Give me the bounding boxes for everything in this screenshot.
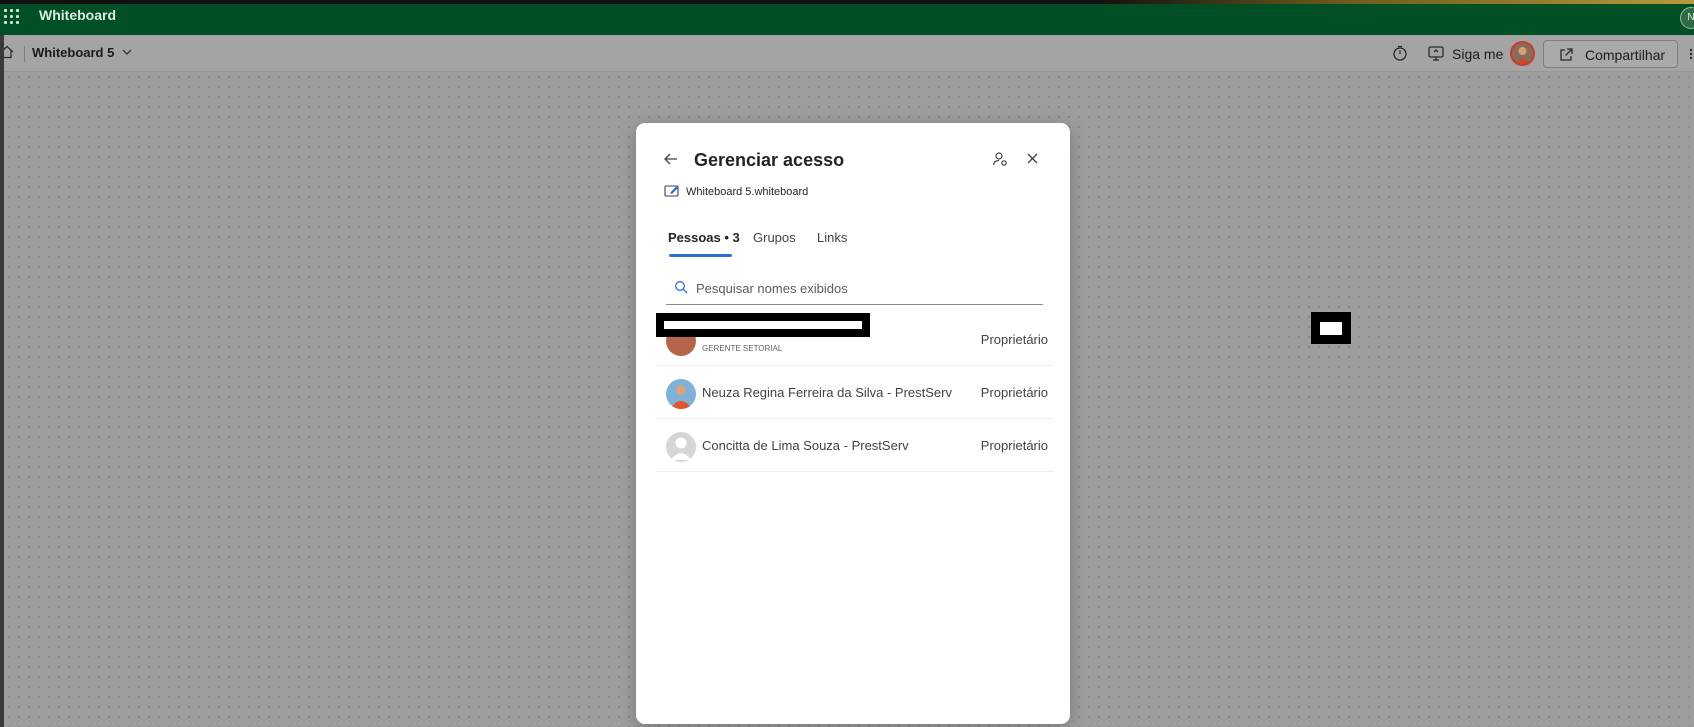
chevron-down-icon[interactable] <box>120 45 134 59</box>
person-name: Neuza Regina Ferreira da Silva - PrestSe… <box>702 385 952 400</box>
search-box[interactable] <box>666 271 1043 305</box>
list-item[interactable]: Neuza Regina Ferreira da Silva - PrestSe… <box>656 366 1054 419</box>
search-input[interactable] <box>696 277 1026 299</box>
person-avatar <box>666 379 696 409</box>
app-launcher-icon[interactable] <box>4 9 20 25</box>
tab-grupos[interactable]: Grupos <box>753 230 796 245</box>
avatar-photo-icon <box>666 379 696 409</box>
share-label: Compartilhar <box>1585 47 1666 63</box>
back-arrow-icon[interactable] <box>662 150 680 168</box>
redacted-name <box>656 313 870 337</box>
dialog-title: Gerenciar acesso <box>694 150 845 170</box>
person-role[interactable]: Proprietário <box>981 438 1048 453</box>
avatar-photo-icon <box>1515 47 1530 64</box>
whiteboard-file-icon <box>664 185 679 197</box>
account-avatar[interactable]: N <box>1680 7 1694 29</box>
tab-pessoas[interactable]: Pessoas • 3 <box>668 230 740 245</box>
people-settings-icon[interactable] <box>991 150 1009 168</box>
person-name: Concitta de Lima Souza - PrestServ <box>702 438 909 453</box>
list-item[interactable]: Concitta de Lima Souza - PrestServ Propr… <box>656 419 1054 472</box>
redaction-box <box>1311 312 1351 344</box>
close-icon[interactable] <box>1025 151 1040 166</box>
person-title: GERENTE SETORIAL <box>702 344 783 353</box>
present-icon[interactable] <box>1427 44 1445 62</box>
default-user-icon <box>666 432 696 462</box>
file-name: Whiteboard 5.whiteboard <box>686 186 809 198</box>
app-title: Whiteboard <box>39 7 116 23</box>
active-tab-indicator <box>669 254 732 257</box>
board-toolbar: Whiteboard 5 Siga me Compartilhar <box>0 35 1694 72</box>
person-role[interactable]: Proprietário <box>981 385 1048 400</box>
search-icon <box>675 281 688 294</box>
toolbar-separator <box>24 46 25 62</box>
share-button[interactable]: Compartilhar <box>1543 40 1678 68</box>
manage-access-dialog: Gerenciar acesso Whiteboard 5.whiteboard… <box>636 123 1070 724</box>
follow-me-button[interactable]: Siga me <box>1452 46 1503 62</box>
share-icon <box>1560 48 1573 61</box>
people-list: GERENTE SETORIAL Proprietário Neuza Regi… <box>656 313 1054 472</box>
tab-links[interactable]: Links <box>817 230 847 245</box>
more-options-icon[interactable] <box>1689 48 1693 60</box>
timer-icon[interactable] <box>1391 44 1409 62</box>
list-item[interactable]: GERENTE SETORIAL Proprietário <box>656 313 1054 366</box>
person-avatar <box>666 432 696 462</box>
follow-user-avatar[interactable] <box>1510 41 1535 66</box>
app-bar: Whiteboard N <box>0 4 1694 35</box>
person-role[interactable]: Proprietário <box>981 332 1048 347</box>
board-name[interactable]: Whiteboard 5 <box>32 45 114 60</box>
